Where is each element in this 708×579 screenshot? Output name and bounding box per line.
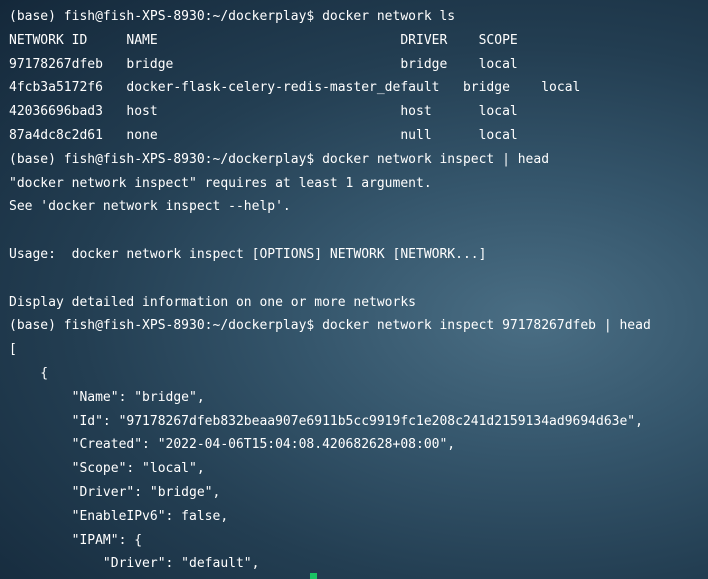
table-header: NETWORK ID NAME DRIVER SCOPE <box>9 32 518 48</box>
json-output-line: "Name": "bridge", <box>9 389 205 405</box>
table-row: 97178267dfeb bridge bridge local <box>9 56 518 72</box>
json-output-line: "IPAM": { <box>9 532 143 548</box>
cursor <box>310 573 317 579</box>
json-output-line: "Driver": "bridge", <box>9 484 221 500</box>
table-row: 4fcb3a5172f6 docker-flask-celery-redis-m… <box>9 80 581 96</box>
table-row: 87a4dc8c2d61 none null local <box>9 127 518 143</box>
description-line: Display detailed information on one or m… <box>9 294 416 310</box>
error-message: "docker network inspect" requires at lea… <box>9 175 432 191</box>
json-output-line: "Scope": "local", <box>9 461 205 477</box>
help-hint: See 'docker network inspect --help'. <box>9 199 291 215</box>
prompt-line: (base) fish@fish-XPS-8930:~/dockerplay$ … <box>9 9 456 24</box>
json-output-line: "Driver": "default", <box>9 556 260 572</box>
json-output-line: { <box>9 365 49 381</box>
json-output-line: "Id": "97178267dfeb832beaa907e6911b5cc99… <box>9 413 643 429</box>
prompt-line: (base) fish@fish-XPS-8930:~/dockerplay$ … <box>9 318 651 334</box>
json-output-line: "Created": "2022-04-06T15:04:08.42068262… <box>9 437 456 453</box>
usage-line: Usage: docker network inspect [OPTIONS] … <box>9 246 487 262</box>
json-output-line: [ <box>9 342 17 358</box>
prompt-line: (base) fish@fish-XPS-8930:~/dockerplay$ … <box>9 151 550 167</box>
table-row: 42036696bad3 host host local <box>9 104 518 120</box>
terminal-output[interactable]: (base) fish@fish-XPS-8930:~/dockerplay$ … <box>0 0 708 579</box>
json-output-line: "EnableIPv6": false, <box>9 508 229 524</box>
